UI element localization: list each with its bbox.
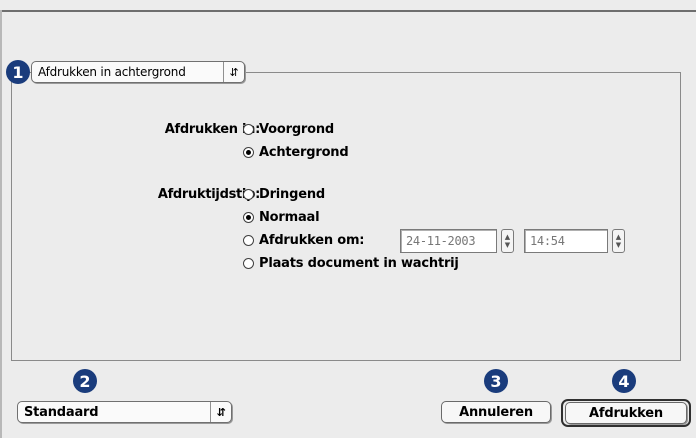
up-down-arrows-icon: ⇵ [210, 402, 231, 422]
radio-wachtrij[interactable]: Plaats document in wachtrij [243, 256, 459, 271]
radio-button-selected-icon [243, 147, 254, 158]
radio-button-icon [243, 189, 254, 200]
radio-button-icon [243, 235, 254, 246]
cancel-button[interactable]: Annuleren [441, 401, 551, 423]
radio-voorgrond-label: Voorgrond [259, 122, 335, 137]
radio-afdrukken-om-label: Afdrukken om: [259, 233, 365, 248]
stepper-up-icon: ▲ [615, 233, 622, 241]
callout-4: 4 [612, 369, 636, 393]
radio-button-icon [243, 124, 254, 135]
panel-popup-label: Afdrukken in achtergrond [38, 65, 186, 79]
radio-button-icon [243, 258, 254, 269]
presets-popup-label: Standaard [24, 404, 99, 420]
date-field[interactable]: 24-11-2003 [400, 229, 497, 253]
radio-voorgrond[interactable]: Voorgrond [243, 122, 334, 137]
callout-3: 3 [484, 369, 508, 393]
time-stepper[interactable]: ▲ ▼ [612, 229, 625, 253]
radio-normaal[interactable]: Normaal [243, 210, 320, 225]
presets-popup-menu[interactable]: Standaard ⇵ [17, 401, 232, 423]
radio-button-selected-icon [243, 212, 254, 223]
radio-dringend-label: Dringend [259, 187, 325, 202]
window-left-edge [0, 10, 2, 438]
print-button[interactable]: Afdrukken [565, 402, 687, 424]
stepper-up-icon: ▲ [504, 233, 511, 241]
radio-afdrukken-om[interactable]: Afdrukken om: [243, 233, 365, 248]
radio-wachtrij-label: Plaats document in wachtrij [259, 256, 459, 271]
stepper-down-icon: ▼ [504, 241, 511, 249]
callout-1: 1 [6, 60, 30, 84]
stepper-down-icon: ▼ [615, 241, 622, 249]
radio-dringend[interactable]: Dringend [243, 187, 325, 202]
window-top-edge [0, 10, 696, 12]
radio-normaal-label: Normaal [259, 210, 320, 225]
radio-achtergrond-label: Achtergrond [259, 145, 349, 160]
panel-popup-menu[interactable]: Afdrukken in achtergrond ⇵ [31, 61, 245, 83]
date-stepper[interactable]: ▲ ▼ [501, 229, 514, 253]
radio-achtergrond[interactable]: Achtergrond [243, 145, 349, 160]
callout-2: 2 [73, 369, 97, 393]
settings-panel [11, 72, 681, 361]
up-down-arrows-icon: ⇵ [223, 62, 244, 82]
time-field[interactable]: 14:54 [524, 229, 608, 253]
